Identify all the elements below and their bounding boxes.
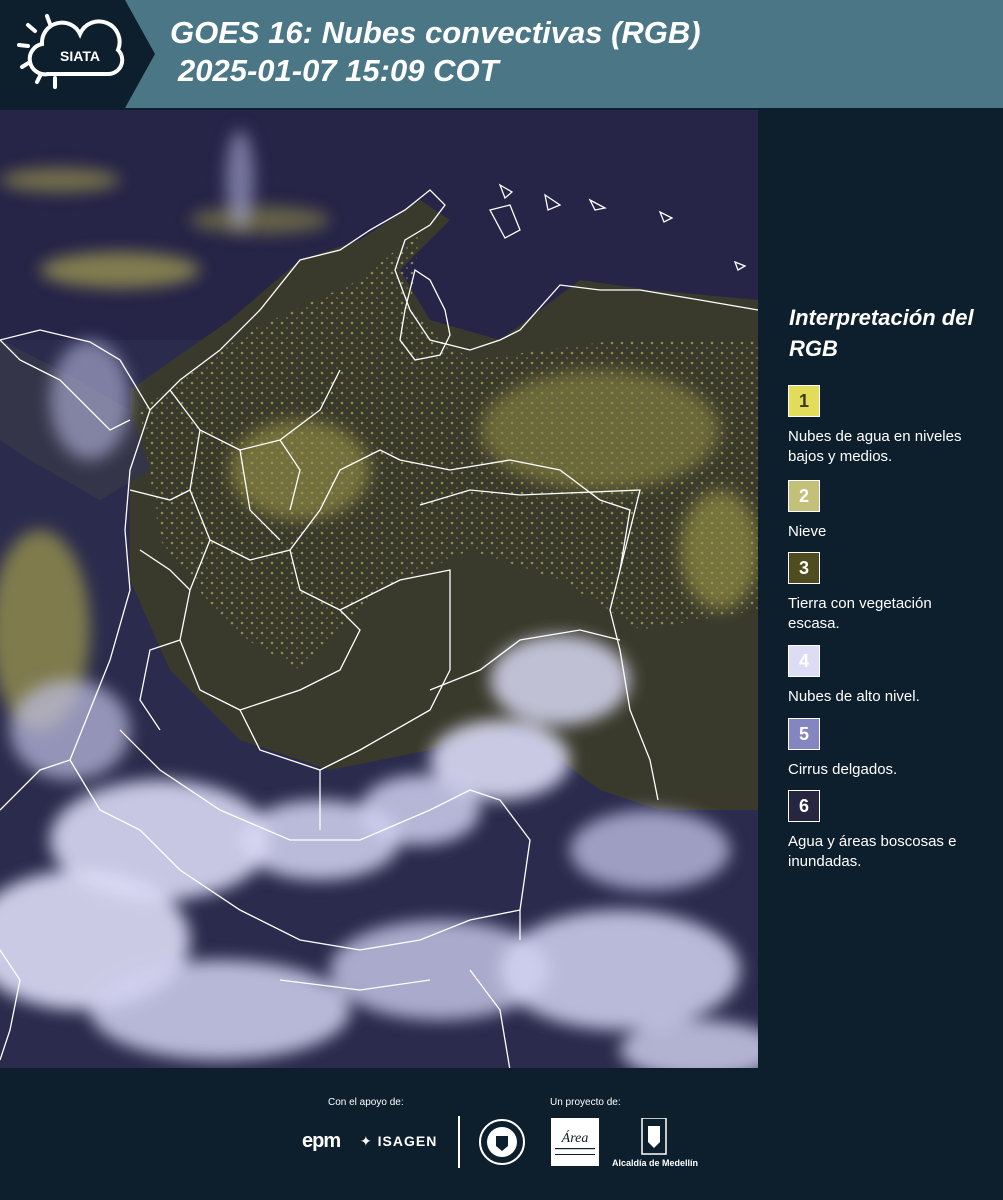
footer-divider bbox=[458, 1116, 460, 1168]
area-metropolitana-logo: Área bbox=[551, 1118, 599, 1171]
legend-number-4: 4 bbox=[798, 650, 809, 671]
satellite-map[interactable] bbox=[0, 110, 758, 1070]
legend-panel: Interpretación del RGB 1 Nubes de agua e… bbox=[759, 110, 1003, 1068]
legend-number-5: 5 bbox=[798, 723, 809, 744]
svg-text:Área: Área bbox=[561, 1129, 589, 1146]
legend-label-1: Nubes de agua en niveles bajos y medios. bbox=[788, 428, 962, 465]
legend-item-6: 6 Agua y áreas boscosas e inundadas. bbox=[788, 790, 978, 872]
footer: Con el apoyo de: Un proyecto de: epm ✦ I… bbox=[0, 1068, 1003, 1200]
siata-logo-text: SIATA bbox=[60, 48, 100, 64]
siata-logo: SIATA bbox=[0, 0, 155, 108]
legend-label-2: Nieve bbox=[788, 523, 827, 540]
alcaldia-medellin-label: Alcaldía de Medellín bbox=[612, 1158, 699, 1168]
legend-label-6: Agua y áreas boscosas e inundadas. bbox=[788, 833, 957, 870]
legend-number-6: 6 bbox=[798, 795, 809, 816]
isagen-logo-text: ISAGEN bbox=[377, 1133, 438, 1149]
legend-number-3: 3 bbox=[798, 557, 809, 578]
legend-label-3: Tierra con vegetación escasa. bbox=[788, 595, 932, 632]
satellite-image bbox=[0, 110, 758, 1070]
medellin-seal-icon bbox=[478, 1118, 526, 1171]
legend-swatch-2: 2 bbox=[788, 480, 820, 512]
alcaldia-medellin-logo bbox=[612, 1117, 696, 1163]
legend-item-5: 5 Cirrus delgados. bbox=[788, 718, 978, 780]
legend-swatch-1: 1 bbox=[788, 385, 820, 417]
legend-item-1: 1 Nubes de agua en niveles bajos y medio… bbox=[788, 385, 978, 467]
legend-label-4: Nubes de alto nivel. bbox=[788, 688, 920, 705]
page-timestamp: 2025-01-07 15:09 COT bbox=[178, 53, 499, 88]
legend-number-1: 1 bbox=[798, 390, 809, 411]
legend-label-5: Cirrus delgados. bbox=[788, 761, 898, 778]
page-title: GOES 16: Nubes convectivas (RGB) bbox=[170, 15, 701, 50]
legend-swatch-5: 5 bbox=[788, 718, 820, 750]
legend-title: Interpretación del RGB bbox=[789, 305, 974, 361]
isagen-icon: ✦ bbox=[360, 1133, 373, 1149]
legend-swatch-3: 3 bbox=[788, 552, 820, 584]
legend-swatch-6: 6 bbox=[788, 790, 820, 822]
isagen-logo: ✦ ISAGEN bbox=[360, 1133, 437, 1150]
header-bar: SIATA GOES 16: Nubes convectivas (RGB) 2… bbox=[0, 0, 1003, 108]
epm-logo: epm bbox=[302, 1130, 341, 1152]
legend-item-4: 4 Nubes de alto nivel. bbox=[788, 645, 978, 707]
legend-item-2: 2 Nieve bbox=[788, 480, 978, 542]
support-label: Con el apoyo de: bbox=[328, 1097, 404, 1108]
project-label: Un proyecto de: bbox=[550, 1097, 621, 1108]
legend-number-2: 2 bbox=[798, 485, 809, 506]
legend-item-3: 3 Tierra con vegetación escasa. bbox=[788, 552, 978, 634]
legend-swatch-4: 4 bbox=[788, 645, 820, 677]
